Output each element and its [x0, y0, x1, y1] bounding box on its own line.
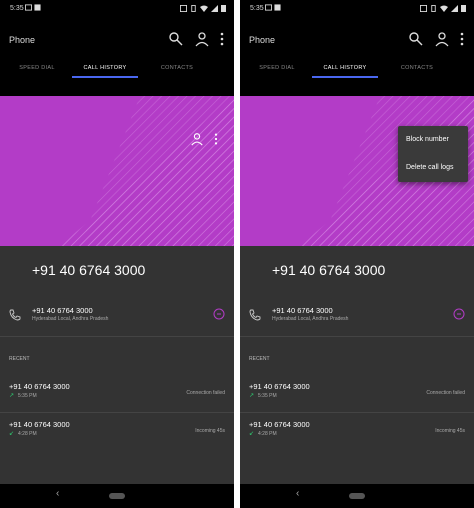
contact-number-large: +91 40 6764 3000: [32, 262, 146, 278]
status-bar: 5:35: [240, 0, 474, 18]
divider: [240, 336, 474, 337]
banner-actions: [186, 132, 226, 148]
call-details: +91 40 6764 3000 +91 40 6764 3000 Hydera…: [0, 246, 234, 508]
contact-location: Hyderabad Local, Andhra Pradesh: [272, 316, 349, 322]
contact-number: +91 40 6764 3000: [32, 306, 93, 315]
battery-icon: [461, 5, 466, 12]
app-title: Phone: [9, 35, 36, 45]
call-log-row[interactable]: +91 40 6764 3000 ↗ 5:35 PM Connection fa…: [0, 376, 234, 414]
call-number: +91 40 6764 3000: [9, 382, 70, 391]
search-icon[interactable]: [408, 31, 424, 47]
tab-call-history[interactable]: CALL HISTORY: [70, 65, 140, 71]
status-bar: 5:35: [0, 0, 234, 18]
call-number: +91 40 6764 3000: [249, 382, 310, 391]
recent-header: RECENT: [249, 356, 270, 362]
left-screen: 5:35 Phone SPEED DIAL CALL HISTORY CONTA…: [0, 0, 234, 508]
right-screen: 5:35 Phone SPEED DIAL CALL HISTORY CONTA…: [240, 0, 474, 508]
image-icon: [274, 4, 281, 11]
app-title: Phone: [249, 35, 276, 45]
tab-bar: SPEED DIAL CALL HISTORY CONTACTS: [240, 60, 474, 78]
more-icon[interactable]: [214, 31, 230, 47]
tab-call-history[interactable]: CALL HISTORY: [310, 65, 380, 71]
home-pill[interactable]: [349, 493, 365, 499]
incoming-call-icon: ↙: [249, 431, 255, 437]
recent-header: RECENT: [9, 356, 30, 362]
phone-icon: [9, 309, 21, 321]
tab-speed-dial[interactable]: SPEED DIAL: [2, 65, 72, 71]
vibrate-icon: [191, 4, 196, 12]
image-icon: [34, 4, 41, 11]
wifi-icon: [440, 5, 448, 12]
call-details: +91 40 6764 3000 +91 40 6764 3000 Hydera…: [240, 246, 474, 508]
call-status: Incoming 45s: [435, 428, 465, 434]
message-icon[interactable]: [453, 308, 465, 320]
more-icon[interactable]: [209, 132, 223, 146]
call-time: 4:28 PM: [18, 431, 37, 437]
vibrate-icon: [431, 4, 436, 12]
menu-item-delete-call-logs[interactable]: Delete call logs: [406, 164, 453, 171]
tab-contacts[interactable]: CONTACTS: [382, 65, 452, 71]
stripe-pattern: [60, 96, 234, 246]
message-icon: [25, 4, 32, 11]
back-icon[interactable]: ‹: [56, 488, 59, 499]
call-time: 5:35 PM: [18, 393, 37, 399]
app-bar: Phone: [0, 18, 234, 63]
divider: [240, 412, 474, 413]
call-status: Connection failed: [186, 390, 225, 396]
phone-icon: [249, 309, 261, 321]
tab-contacts[interactable]: CONTACTS: [142, 65, 212, 71]
tab-indicator: [312, 76, 378, 78]
signal-icon: [451, 4, 458, 12]
call-time: 4:28 PM: [258, 431, 277, 437]
tab-indicator: [72, 76, 138, 78]
tab-bar: SPEED DIAL CALL HISTORY CONTACTS: [0, 60, 234, 78]
outgoing-call-icon: ↗: [249, 393, 255, 399]
divider: [0, 336, 234, 337]
call-time: 5:35 PM: [258, 393, 277, 399]
contact-number-large: +91 40 6764 3000: [272, 262, 386, 278]
contact-location: Hyderabad Local, Andhra Pradesh: [32, 316, 109, 322]
call-log-row[interactable]: +91 40 6764 3000 ↙ 4:28 PM Incoming 45s: [0, 414, 234, 452]
menu-item-block-number[interactable]: Block number: [406, 136, 449, 143]
call-status: Connection failed: [426, 390, 465, 396]
home-pill[interactable]: [109, 493, 125, 499]
status-time: 5:35: [250, 5, 264, 12]
overflow-menu: Block number Delete call logs: [398, 126, 468, 182]
app-bar: Phone: [240, 18, 474, 63]
incoming-call-icon: ↙: [9, 431, 15, 437]
message-icon: [265, 4, 272, 11]
add-contact-icon[interactable]: [190, 132, 204, 146]
message-icon[interactable]: [213, 308, 225, 320]
nfc-icon: [180, 4, 187, 12]
back-icon[interactable]: ‹: [296, 488, 299, 499]
status-time: 5:35: [10, 5, 24, 12]
contact-row[interactable]: +91 40 6764 3000 Hyderabad Local, Andhra…: [0, 298, 234, 334]
call-log-row[interactable]: +91 40 6764 3000 ↙ 4:28 PM Incoming 45s: [240, 414, 474, 452]
nfc-icon: [420, 4, 427, 12]
add-contact-icon[interactable]: [194, 31, 210, 47]
outgoing-call-icon: ↗: [9, 393, 15, 399]
contact-number: +91 40 6764 3000: [272, 306, 333, 315]
call-log-row[interactable]: +91 40 6764 3000 ↗ 5:35 PM Connection fa…: [240, 376, 474, 414]
call-status: Incoming 45s: [195, 428, 225, 434]
more-icon[interactable]: [454, 31, 470, 47]
navigation-bar: ‹: [0, 484, 234, 508]
signal-icon: [211, 4, 218, 12]
contact-row[interactable]: +91 40 6764 3000 Hyderabad Local, Andhra…: [240, 298, 474, 334]
tab-speed-dial[interactable]: SPEED DIAL: [242, 65, 312, 71]
call-number: +91 40 6764 3000: [9, 420, 70, 429]
battery-icon: [221, 5, 226, 12]
call-number: +91 40 6764 3000: [249, 420, 310, 429]
contact-header-banner: [0, 96, 234, 246]
divider: [0, 412, 234, 413]
search-icon[interactable]: [168, 31, 184, 47]
wifi-icon: [200, 5, 208, 12]
navigation-bar: ‹: [240, 484, 474, 508]
add-contact-icon[interactable]: [434, 31, 450, 47]
